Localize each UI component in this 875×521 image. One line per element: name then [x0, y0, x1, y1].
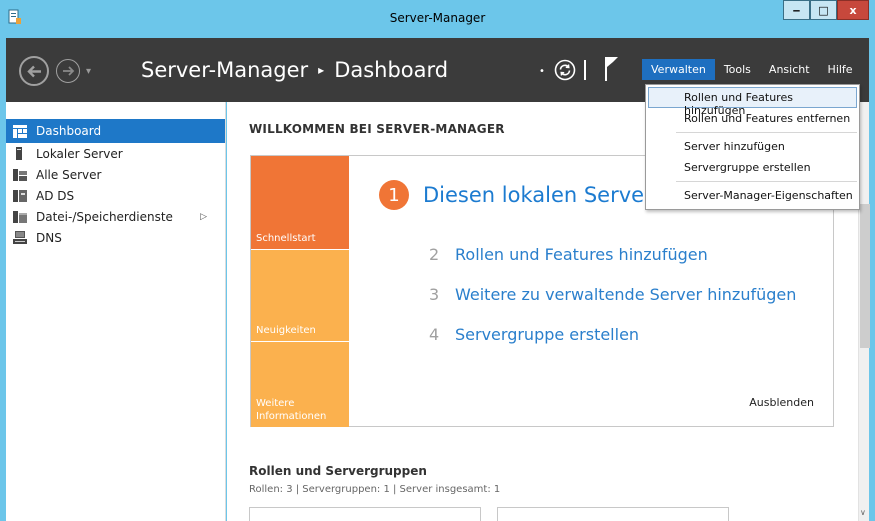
tile-label: Schnellstart — [256, 233, 316, 244]
menu-item-create-server-group[interactable]: Servergruppe erstellen — [648, 157, 857, 178]
breadcrumb-separator-icon: ▸ — [318, 63, 325, 77]
step-number: 2 — [429, 245, 440, 264]
menu-item-remove-roles[interactable]: Rollen und Features entfernen — [648, 108, 857, 129]
menu-item-add-server[interactable]: Server hinzufügen — [648, 136, 857, 157]
sidebar: Dashboard Lokaler Server Alle Server AD … — [6, 102, 226, 521]
sidebar-item-dashboard[interactable]: Dashboard — [6, 119, 225, 143]
arrow-left-icon — [27, 65, 41, 78]
servers-icon — [13, 168, 27, 181]
step-number: 3 — [429, 285, 440, 304]
back-button[interactable] — [19, 56, 49, 86]
minimize-button[interactable]: ‒ — [783, 0, 810, 20]
hide-link[interactable]: Ausblenden — [749, 396, 814, 409]
title-bar: Server-Manager ‒ □ x — [0, 0, 875, 38]
scrollbar-thumb[interactable] — [860, 204, 870, 348]
breadcrumb-root[interactable]: Server-Manager — [141, 58, 308, 82]
verwalten-dropdown-menu: Rollen und Features hinzufügen Rollen un… — [645, 84, 860, 210]
sidebar-item-label: Dashboard — [36, 124, 102, 138]
notifications-flag-icon[interactable] — [604, 56, 620, 82]
window-title: Server-Manager — [389, 11, 486, 25]
sidebar-item-file-storage[interactable]: Datei-/Speicherdienste ▷ — [6, 206, 225, 227]
tile-label: Neuigkeiten — [256, 325, 316, 336]
step-link[interactable]: Weitere zu verwaltende Server hinzufügen — [455, 285, 796, 304]
sidebar-item-label: DNS — [36, 230, 62, 245]
tile-neuigkeiten[interactable]: Neuigkeiten — [251, 250, 349, 341]
menu-ansicht[interactable]: Ansicht — [760, 59, 819, 80]
scroll-down-arrow-icon[interactable]: ∨ — [860, 508, 866, 517]
refresh-icon[interactable] — [554, 59, 576, 81]
sidebar-item-dns[interactable]: DNS — [6, 227, 225, 248]
arrow-right-icon — [63, 66, 75, 76]
roles-section-title: Rollen und Servergruppen — [249, 464, 427, 478]
refresh-dropdown-icon[interactable]: • — [539, 66, 545, 77]
toolbar-divider — [584, 60, 586, 80]
menu-bar: Verwalten Tools Ansicht Hilfe — [642, 59, 862, 80]
role-tile[interactable] — [249, 507, 481, 521]
ad-ds-icon — [13, 189, 27, 202]
history-dropdown-icon[interactable]: ▾ — [86, 66, 91, 77]
sidebar-item-label: AD DS — [36, 188, 75, 203]
menu-separator — [676, 132, 857, 133]
dns-icon — [13, 231, 27, 244]
step-add-servers[interactable]: 3 Weitere zu verwaltende Server hinzufüg… — [429, 285, 796, 304]
step-link[interactable]: Servergruppe erstellen — [455, 325, 639, 344]
tile-weitere-informationen[interactable]: Weitere Informationen — [251, 342, 349, 427]
step-create-group[interactable]: 4 Servergruppe erstellen — [429, 325, 639, 344]
breadcrumb: Server-Manager ▸ Dashboard — [141, 58, 448, 82]
menu-verwalten[interactable]: Verwalten — [642, 59, 715, 80]
sidebar-item-local-server[interactable]: Lokaler Server — [6, 143, 225, 164]
step-add-roles[interactable]: 2 Rollen und Features hinzufügen — [429, 245, 708, 264]
sidebar-item-all-servers[interactable]: Alle Server — [6, 164, 225, 185]
page-title: WILLKOMMEN BEI SERVER-MANAGER — [249, 122, 505, 136]
sidebar-item-label: Alle Server — [36, 167, 102, 182]
breadcrumb-page: Dashboard — [334, 58, 449, 82]
tile-schnellstart[interactable]: Schnellstart — [251, 156, 349, 249]
menu-item-properties[interactable]: Server-Manager-Eigenschaften — [648, 185, 857, 206]
forward-button[interactable] — [56, 59, 80, 83]
step-number: 4 — [429, 325, 440, 344]
dashboard-icon — [13, 124, 27, 138]
sidebar-item-ad-ds[interactable]: AD DS — [6, 185, 225, 206]
step-link[interactable]: Rollen und Features hinzufügen — [455, 245, 708, 264]
server-icon — [13, 147, 27, 160]
menu-hilfe[interactable]: Hilfe — [819, 59, 862, 80]
expand-arrow-icon[interactable]: ▷ — [200, 212, 207, 222]
step-number-badge: 1 — [379, 180, 409, 210]
tile-label: Weitere Informationen — [256, 398, 327, 422]
menu-item-add-roles[interactable]: Rollen und Features hinzufügen — [648, 87, 857, 117]
menu-separator — [676, 181, 857, 182]
file-storage-icon — [13, 210, 27, 223]
menu-tools[interactable]: Tools — [715, 59, 760, 80]
sidebar-item-label: Datei-/Speicherdienste — [36, 209, 173, 224]
roles-summary: Rollen: 3 | Servergruppen: 1 | Server in… — [249, 484, 501, 495]
sidebar-item-label: Lokaler Server — [36, 146, 123, 161]
role-tile[interactable] — [497, 507, 729, 521]
close-button[interactable]: x — [837, 0, 869, 20]
maximize-button[interactable]: □ — [810, 0, 837, 20]
